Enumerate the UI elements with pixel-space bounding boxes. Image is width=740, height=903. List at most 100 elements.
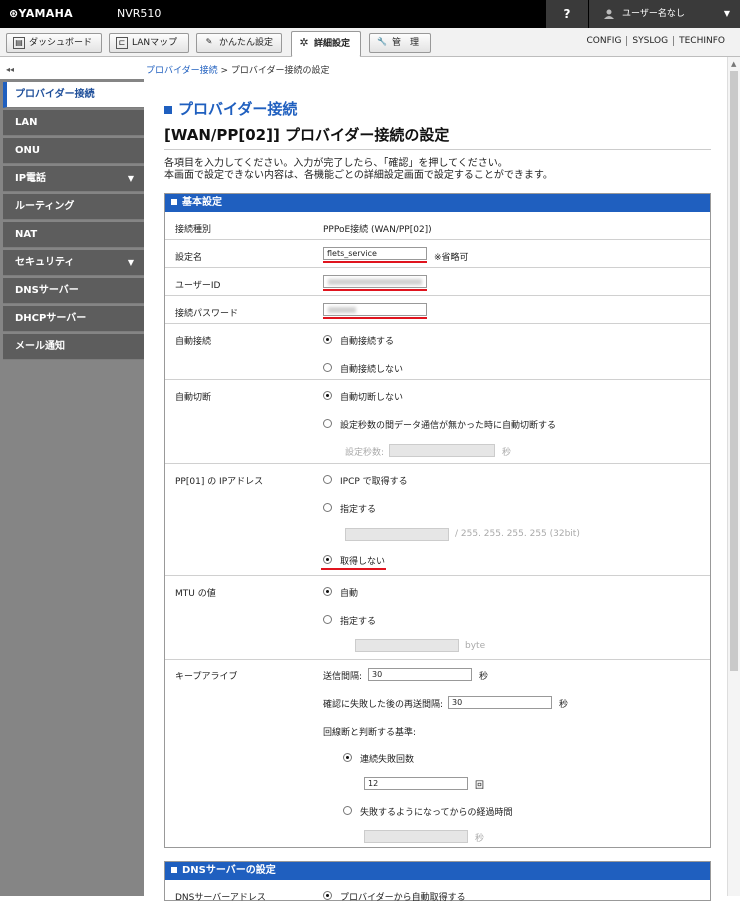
auto-disconnect-off-radio[interactable] bbox=[323, 391, 332, 400]
mtu-auto-radio[interactable] bbox=[323, 587, 332, 596]
sidebar-item-lan[interactable]: LAN bbox=[3, 110, 144, 136]
description-line: 本画面で設定できない内容は、各機能ごとの詳細設定画面で設定することができます。 bbox=[164, 170, 553, 181]
radio-label: 連続失敗回数 bbox=[360, 755, 415, 765]
mtu-input[interactable] bbox=[355, 639, 459, 652]
help-button[interactable]: ? bbox=[546, 0, 588, 28]
tab-advanced-settings[interactable]: ✲ 詳細設定 bbox=[291, 31, 361, 57]
radio-label: IPCP で取得する bbox=[340, 477, 408, 487]
tab-label: LANマップ bbox=[132, 38, 178, 48]
highlight-underline bbox=[323, 317, 427, 319]
criteria-label: 回線断と判断する基準: bbox=[323, 728, 417, 738]
field-label: 自動切断 bbox=[175, 393, 212, 403]
row-setting-name: 設定名 flets_service ※省略可 bbox=[165, 240, 710, 268]
radio-label: 指定する bbox=[340, 617, 377, 627]
section-title: 基本設定 bbox=[182, 197, 222, 208]
scrollbar-thumb[interactable] bbox=[730, 71, 738, 671]
sidebar-item-onu[interactable]: ONU bbox=[3, 138, 144, 164]
keepalive-interval-input[interactable]: 30 bbox=[368, 668, 472, 681]
sidebar-item-provider[interactable]: プロバイダー接続 bbox=[3, 82, 144, 108]
row-dns-address: DNSサーバーアドレス プロバイダーから自動取得する bbox=[175, 890, 466, 903]
field-label: 接続種別 bbox=[175, 225, 212, 235]
unit-label: 秒 bbox=[502, 448, 512, 458]
sidebar-item-label: プロバイダー接続 bbox=[15, 89, 95, 100]
optional-note: ※省略可 bbox=[434, 253, 469, 263]
ip-manual-radio[interactable] bbox=[323, 503, 332, 512]
tab-easy-setup[interactable]: ✎ かんたん設定 bbox=[196, 33, 282, 53]
sidebar-item-routing[interactable]: ルーティング bbox=[3, 194, 144, 220]
sidebar-item-dhcp-server[interactable]: DHCPサーバー bbox=[3, 306, 144, 332]
retry-label: 確認に失敗した後の再送間隔: bbox=[323, 700, 444, 710]
lanmap-icon: ⊏ bbox=[116, 37, 128, 49]
tab-lanmap[interactable]: ⊏ LANマップ bbox=[109, 33, 189, 53]
sidebar-item-ip-phone[interactable]: IP電話 ▼ bbox=[3, 166, 144, 192]
tab-label: ダッシュボード bbox=[29, 38, 93, 48]
sidebar-item-dns-server[interactable]: DNSサーバー bbox=[3, 278, 144, 304]
row-user-id: ユーザーID bbox=[165, 268, 710, 296]
sidebar: ◂◂ プロバイダー接続 LAN ONU IP電話 ▼ ルーティング NAT セキュ… bbox=[0, 57, 144, 896]
auto-connect-on-radio[interactable] bbox=[323, 335, 332, 344]
field-label: PP[01] の IPアドレス bbox=[175, 477, 264, 487]
radio-label: 失敗するようになってからの経過時間 bbox=[360, 808, 513, 818]
scroll-up-icon[interactable]: ▲ bbox=[731, 60, 736, 68]
field-label: ユーザーID bbox=[175, 281, 221, 291]
field-label: MTU の値 bbox=[175, 589, 216, 599]
field-label: 設定名 bbox=[175, 253, 203, 263]
page-description: 各項目を入力してください。入力が完了したら、「確認」を押してください。 本画面で… bbox=[164, 158, 553, 182]
page-scrollbar[interactable]: ▲ bbox=[727, 57, 740, 896]
row-keepalive: キープアライブ 送信間隔: 30 秒 確認に失敗した後の再送間隔: 30 秒 回… bbox=[165, 660, 710, 848]
auto-connect-off-radio[interactable] bbox=[323, 363, 332, 372]
sidebar-item-nat[interactable]: NAT bbox=[3, 222, 144, 248]
auto-disconnect-timed-radio[interactable] bbox=[323, 419, 332, 428]
highlight-underline bbox=[323, 261, 427, 263]
dns-settings-header: DNSサーバーの設定 bbox=[165, 862, 710, 880]
keepalive-retry-input[interactable]: 30 bbox=[448, 696, 552, 709]
chevron-down-icon: ▼ bbox=[127, 174, 134, 183]
yamaha-logo: ⊛YAMAHA bbox=[9, 7, 73, 20]
redacted-text bbox=[328, 279, 422, 285]
ip-none-radio[interactable] bbox=[323, 555, 332, 564]
subnet-mask-label: / 255. 255. 255. 255 (32bit) bbox=[455, 529, 580, 539]
keepalive-count-input[interactable]: 12 bbox=[364, 777, 468, 790]
field-label: 自動接続 bbox=[175, 337, 212, 347]
connection-type-value: PPPoE接続 (WAN/PP[02]) bbox=[323, 225, 432, 235]
basic-settings-panel: 基本設定 接続種別 PPPoE接続 (WAN/PP[02]) 設定名 flets… bbox=[164, 193, 711, 848]
sidebar-item-label: DHCPサーバー bbox=[15, 313, 87, 324]
syslog-link[interactable]: SYSLOG bbox=[626, 36, 674, 46]
tab-label: 管 理 bbox=[392, 38, 420, 48]
tab-management[interactable]: 🔧 管 理 bbox=[369, 33, 431, 53]
ka-time-radio[interactable] bbox=[343, 806, 352, 815]
breadcrumb: プロバイダー接続 > プロバイダー接続の設定 bbox=[146, 63, 330, 76]
breadcrumb-link[interactable]: プロバイダー接続 bbox=[146, 66, 218, 76]
radio-label: 指定する bbox=[340, 505, 377, 515]
sidebar-item-label: IP電話 bbox=[15, 173, 47, 184]
field-label: DNSサーバーアドレス bbox=[175, 893, 266, 903]
sidebar-item-mail-notify[interactable]: メール通知 bbox=[3, 334, 144, 360]
section-title: DNSサーバーの設定 bbox=[182, 865, 276, 876]
sidebar-item-security[interactable]: セキュリティ ▼ bbox=[3, 250, 144, 276]
gear-icon: ✲ bbox=[299, 36, 309, 49]
ip-ipcp-radio[interactable] bbox=[323, 475, 332, 484]
password-input[interactable] bbox=[323, 303, 427, 316]
header-square-icon bbox=[171, 867, 177, 873]
mtu-manual-radio[interactable] bbox=[323, 615, 332, 624]
techinfo-link[interactable]: TECHINFO bbox=[673, 36, 730, 46]
tab-dashboard[interactable]: ▤ ダッシュボード bbox=[6, 33, 102, 53]
radio-label: 自動切断しない bbox=[340, 393, 404, 403]
setting-name-input[interactable]: flets_service bbox=[323, 247, 427, 260]
ka-count-radio[interactable] bbox=[343, 753, 352, 762]
disconnect-seconds-input[interactable] bbox=[389, 444, 495, 457]
user-menu-button[interactable]: ユーザー名なし ▼ bbox=[589, 0, 740, 28]
ip-address-input[interactable] bbox=[345, 528, 449, 541]
radio-label: 自動接続しない bbox=[340, 365, 404, 375]
unit-label: 秒 bbox=[475, 834, 485, 844]
radio-label: 設定秒数の間データ通信が無かった時に自動切断する bbox=[340, 421, 557, 431]
highlight-underline bbox=[321, 568, 386, 570]
user-id-input[interactable] bbox=[323, 275, 427, 288]
header-links: CONFIG SYSLOG TECHINFO bbox=[582, 36, 730, 46]
heading-square-icon bbox=[164, 106, 172, 114]
config-link[interactable]: CONFIG bbox=[582, 36, 627, 46]
keepalive-time-input[interactable] bbox=[364, 830, 468, 843]
breadcrumb-current: プロバイダー接続の設定 bbox=[230, 66, 330, 76]
collapse-sidebar-icon[interactable]: ◂◂ bbox=[0, 57, 144, 79]
sidebar-item-label: ONU bbox=[15, 145, 40, 156]
